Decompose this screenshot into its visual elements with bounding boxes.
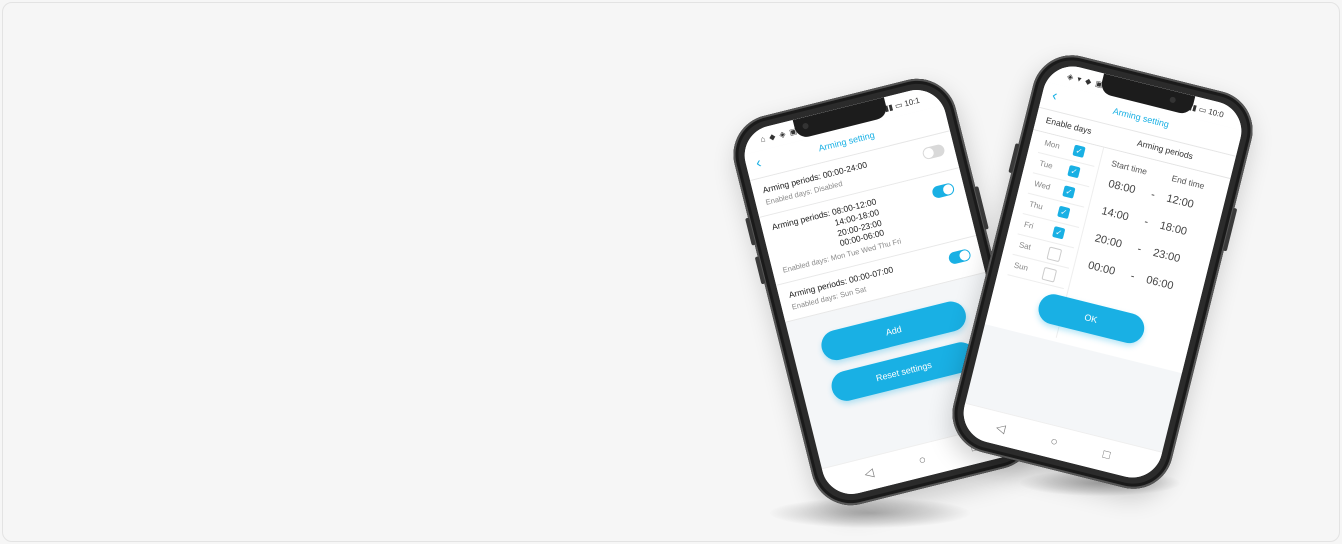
nav-back-icon[interactable]: ◁ <box>863 465 875 481</box>
day-checkbox[interactable] <box>1046 246 1063 263</box>
day-label: Wed <box>1033 179 1052 192</box>
end-time[interactable]: 18:00 <box>1159 220 1189 238</box>
time-dash: - <box>1149 188 1157 202</box>
start-time[interactable]: 14:00 <box>1100 205 1130 223</box>
end-time[interactable]: 06:00 <box>1145 274 1175 292</box>
day-label: Sat <box>1018 240 1032 252</box>
day-checkbox[interactable]: ✓ <box>1052 226 1066 240</box>
start-time-header: Start time <box>1110 158 1149 177</box>
toggle-knob <box>942 183 955 196</box>
toggle-knob <box>922 146 935 160</box>
time-row[interactable]: 14:00 - 18:00 <box>1093 200 1188 238</box>
time-dash: - <box>1129 270 1136 283</box>
start-time[interactable]: 00:00 <box>1087 260 1117 278</box>
nav-home-icon[interactable]: ○ <box>1049 434 1059 449</box>
nav-back-icon[interactable]: ◁ <box>995 420 1007 436</box>
time-dash: - <box>1136 242 1143 256</box>
period-toggle[interactable] <box>947 247 972 265</box>
day-checkbox[interactable]: ✓ <box>1072 144 1086 158</box>
time-row[interactable]: 20:00 - 23:00 <box>1086 227 1182 265</box>
start-time[interactable]: 20:00 <box>1094 232 1124 250</box>
end-time[interactable]: 12:00 <box>1165 193 1195 211</box>
day-label: Fri <box>1023 219 1035 231</box>
camera-icon <box>801 122 810 130</box>
day-label: Mon <box>1043 138 1061 151</box>
day-checkbox[interactable]: ✓ <box>1057 205 1071 220</box>
nav-home-icon[interactable]: ○ <box>917 452 927 467</box>
day-checkbox[interactable]: ✓ <box>1062 185 1076 199</box>
period-toggle[interactable] <box>931 182 956 200</box>
status-left-icons: ◈ ▾ ◆ ▣ <box>1066 71 1105 90</box>
status-right-icons: ▮▮ ▭ 10:1 <box>883 95 921 114</box>
phone-left-shadow <box>770 498 970 528</box>
time-row[interactable]: 00:00 - 06:00 <box>1079 254 1175 293</box>
day-label: Tue <box>1038 158 1054 171</box>
period-toggle[interactable] <box>921 143 946 161</box>
time-dash: - <box>1142 215 1150 229</box>
toggle-knob <box>958 248 971 262</box>
camera-icon <box>1168 96 1176 104</box>
start-time[interactable]: 08:00 <box>1107 178 1137 196</box>
day-label: Sun <box>1013 260 1029 273</box>
nav-recent-icon[interactable]: □ <box>1101 447 1111 462</box>
day-checkbox[interactable] <box>1041 266 1058 283</box>
time-row[interactable]: 08:00 - 12:00 <box>1099 173 1195 211</box>
end-time-header: End time <box>1170 173 1206 191</box>
day-label: Thu <box>1028 199 1044 212</box>
day-checkbox[interactable]: ✓ <box>1067 164 1081 179</box>
end-time[interactable]: 23:00 <box>1152 247 1182 265</box>
status-right-icons: ▮▮ ▭ 10:0 <box>1187 101 1225 120</box>
